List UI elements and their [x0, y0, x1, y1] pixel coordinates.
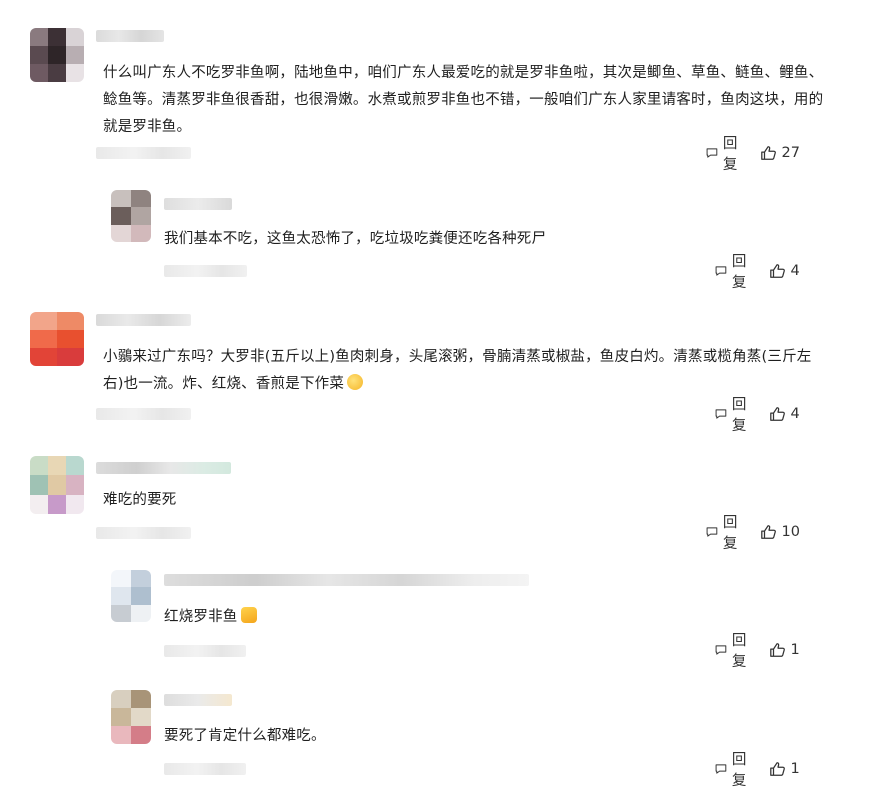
reply-button[interactable]: 回复	[714, 393, 754, 435]
comment-actions: 回复 1	[714, 752, 800, 789]
comment-actions: 回复 1	[714, 633, 800, 670]
comment-bubble-icon	[715, 266, 727, 276]
thumbs-up-icon	[769, 643, 785, 657]
username-blurred[interactable]	[164, 574, 529, 586]
thumbs-up-icon	[769, 407, 785, 421]
comment-text: 小鶸来过广东吗？大罗非(五斤以上)鱼肉刺身，头尾滚粥，骨腩清蒸或椒盐，鱼皮白灼。…	[103, 344, 825, 398]
like-count: 4	[790, 263, 800, 279]
comment-actions: 回复 27	[705, 136, 800, 173]
timestamp-blurred	[164, 265, 247, 277]
reply-label: 回复	[731, 633, 747, 670]
avatar[interactable]	[30, 456, 84, 514]
username-blurred[interactable]	[164, 694, 232, 706]
timestamp-blurred	[164, 763, 246, 775]
comment-text: 我们基本不吃，这鱼太恐怖了，吃垃圾吃粪便还吃各种死尸	[164, 231, 547, 247]
reply-button[interactable]: 回复	[714, 250, 754, 292]
like-count: 4	[790, 406, 800, 422]
username-blurred[interactable]	[164, 198, 232, 210]
like-count: 1	[790, 642, 800, 658]
comment-actions: 回复 4	[714, 397, 800, 434]
reply-label: 回复	[731, 752, 747, 789]
username-blurred[interactable]	[96, 462, 231, 474]
thumbs-up-icon	[769, 264, 785, 278]
avatar[interactable]	[111, 690, 151, 744]
thumbs-up-icon	[760, 525, 776, 539]
comment-bubble-icon	[715, 645, 727, 655]
thumbs-up-icon	[769, 762, 785, 776]
thumbs-up-icon	[760, 146, 776, 160]
timestamp-blurred	[164, 645, 246, 657]
timestamp-blurred	[96, 527, 191, 539]
like-button[interactable]: 27	[760, 144, 800, 162]
comment-text-body: 小鶸来过广东吗？大罗非(五斤以上)鱼肉刺身，头尾滚粥，骨腩清蒸或椒盐，鱼皮白灼。…	[103, 349, 812, 392]
comment-text-body: 红烧罗非鱼	[164, 609, 238, 625]
comment-text: 难吃的要死	[103, 492, 177, 508]
reply-button[interactable]: 回复	[714, 629, 754, 671]
reply-button[interactable]: 回复	[705, 511, 745, 553]
like-count: 27	[781, 145, 800, 161]
like-button[interactable]: 4	[769, 262, 800, 280]
reply-label: 回复	[722, 136, 738, 173]
reply-label: 回复	[722, 515, 738, 552]
avatar[interactable]	[111, 570, 151, 622]
reply-label: 回复	[731, 397, 747, 434]
comment-bubble-icon	[715, 764, 727, 774]
like-count: 1	[790, 761, 800, 777]
like-button[interactable]: 1	[769, 760, 800, 778]
like-button[interactable]: 1	[769, 641, 800, 659]
avatar[interactable]	[111, 190, 151, 242]
comment-bubble-icon	[706, 527, 718, 537]
comment-text: 要死了肯定什么都难吃。	[164, 728, 326, 744]
comment-text: 什么叫广东人不吃罗非鱼啊，陆地鱼中，咱们广东人最爱吃的就是罗非鱼啦，其次是鲫鱼、…	[103, 65, 824, 135]
username-blurred[interactable]	[96, 30, 164, 42]
timestamp-blurred	[96, 147, 191, 159]
comment-actions: 回复 4	[714, 254, 800, 291]
reply-label: 回复	[731, 254, 747, 291]
comment-bubble-icon	[715, 409, 727, 419]
timestamp-blurred	[96, 408, 191, 420]
avatar[interactable]	[30, 28, 84, 82]
thumbs-up-emoji-icon	[240, 607, 257, 623]
comment-text: 红烧罗非鱼	[164, 604, 804, 631]
username-blurred[interactable]	[96, 314, 191, 326]
avatar[interactable]	[30, 312, 84, 366]
reply-button[interactable]: 回复	[714, 748, 754, 790]
like-count: 10	[781, 524, 800, 540]
comment-bubble-icon	[706, 148, 718, 158]
squinting-face-emoji-icon	[347, 374, 364, 390]
reply-button[interactable]: 回复	[705, 132, 745, 174]
like-button[interactable]: 4	[769, 405, 800, 423]
comment-actions: 回复 10	[705, 515, 800, 552]
like-button[interactable]: 10	[760, 523, 800, 541]
